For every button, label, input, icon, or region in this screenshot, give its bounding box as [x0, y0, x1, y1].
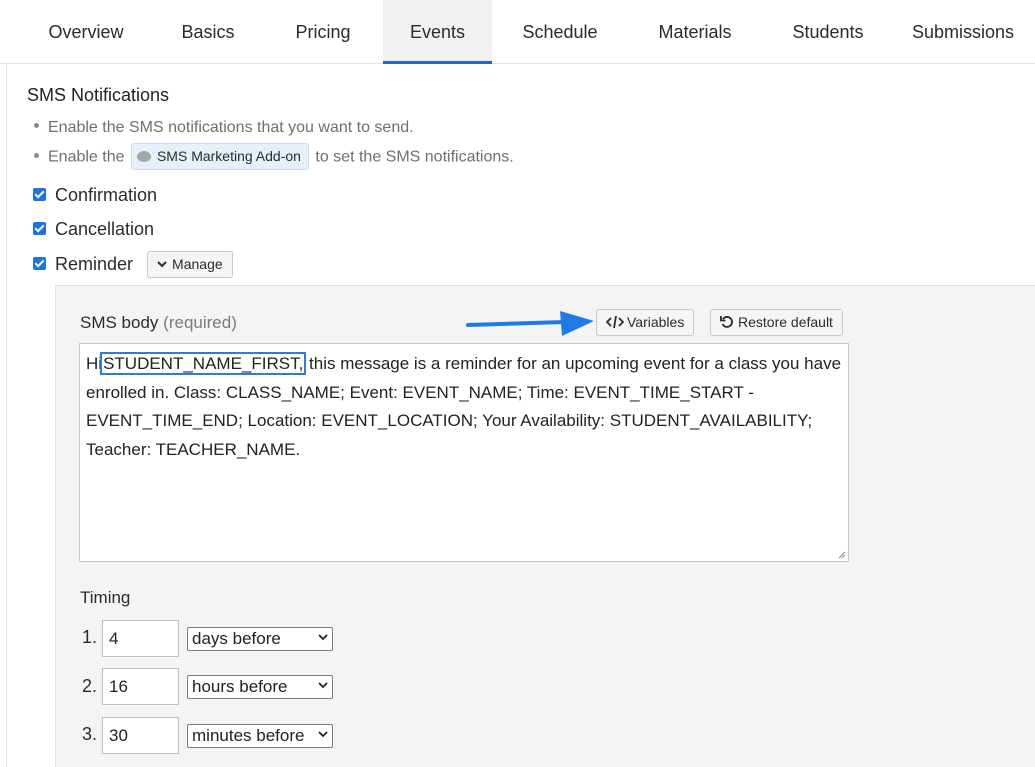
bullet-text: Enable the SMS notifications that you wa… [48, 119, 414, 136]
timing-unit-select[interactable]: hours before [187, 675, 333, 699]
timing-unit-value: minutes before [192, 726, 305, 745]
chevron-down-icon [318, 634, 328, 641]
body-prefix: Hi [86, 354, 103, 373]
timing-unit-select[interactable]: days before [187, 627, 333, 651]
variables-button[interactable]: Variables [596, 309, 695, 336]
timing-row-number: 1. [82, 627, 98, 647]
chevron-down-icon [318, 731, 328, 738]
tab-schedule[interactable]: Schedule [500, 0, 620, 64]
sms-addon-link[interactable]: SMS Marketing Add-on [130, 143, 309, 170]
timing-value-input[interactable]: 16 [102, 668, 179, 705]
confirmation-label[interactable]: Confirmation [55, 185, 157, 205]
required-marker: (required) [163, 313, 237, 332]
cancellation-label[interactable]: Cancellation [55, 219, 154, 239]
chevron-down-icon [318, 682, 328, 689]
cancellation-row: Cancellation [33, 219, 154, 240]
manage-button[interactable]: Manage [147, 251, 233, 278]
bullet-dot [34, 153, 39, 158]
confirmation-row: Confirmation [33, 185, 157, 206]
tab-submissions[interactable]: Submissions [912, 0, 1035, 64]
timing-unit-select[interactable]: minutes before [187, 724, 333, 748]
info-bullet: Enable the SMS Marketing Add-on to set t… [34, 143, 514, 171]
tab-basics[interactable]: Basics [153, 0, 263, 64]
sms-body-label-text: SMS body [80, 313, 159, 332]
bullet-dot [34, 123, 39, 129]
highlighted-variable: STUDENT_NAME_FIRST, [100, 352, 307, 375]
restore-default-button[interactable]: Restore default [710, 309, 843, 336]
timing-value-input[interactable]: 30 [102, 717, 179, 754]
tab-materials[interactable]: Materials [635, 0, 755, 64]
reminder-panel: SMS body (required) Variables Restore de… [55, 285, 1035, 767]
section-title: SMS Notifications [27, 85, 170, 105]
timing-row-number: 2. [82, 676, 98, 696]
sms-body-textarea[interactable]: HiSTUDENT_NAME_FIRST, this message is a … [79, 343, 849, 562]
tab-overview[interactable]: Overview [26, 0, 146, 64]
resize-handle-icon[interactable] [836, 549, 846, 559]
tab-students[interactable]: Students [768, 0, 888, 64]
arrow-right-icon [466, 311, 594, 336]
reminder-checkbox[interactable] [33, 256, 46, 270]
reminder-row: Reminder Manage [33, 251, 233, 279]
events-content: SMS Notifications Enable the SMS notific… [6, 64, 1035, 767]
cancellation-checkbox[interactable] [33, 221, 46, 235]
tab-events[interactable]: Events [383, 0, 492, 64]
restore-icon [720, 316, 733, 329]
sms-body-label: SMS body (required) [80, 313, 237, 333]
variables-label: Variables [627, 314, 685, 330]
timing-unit-value: hours before [192, 677, 288, 696]
timing-value-input[interactable]: 4 [102, 620, 179, 657]
addon-label: SMS Marketing Add-on [156, 148, 301, 164]
reminder-label[interactable]: Reminder [55, 254, 133, 274]
timing-label: Timing [80, 588, 131, 607]
code-icon [605, 316, 625, 329]
bullet-text: to set the SMS notifications. [315, 148, 514, 166]
confirmation-checkbox[interactable] [33, 187, 46, 201]
bullet-text: Enable the [48, 148, 125, 166]
manage-label: Manage [172, 256, 223, 272]
info-bullet: Enable the SMS notifications that you wa… [34, 119, 414, 137]
timing-row-number: 3. [82, 724, 98, 744]
chevron-down-icon [157, 261, 167, 268]
restore-label: Restore default [738, 314, 833, 330]
tab-pricing[interactable]: Pricing [268, 0, 378, 64]
chat-bubble-icon [136, 150, 151, 162]
timing-unit-value: days before [192, 629, 281, 648]
tab-bar: Overview Basics Pricing Events Schedule … [0, 0, 1035, 64]
